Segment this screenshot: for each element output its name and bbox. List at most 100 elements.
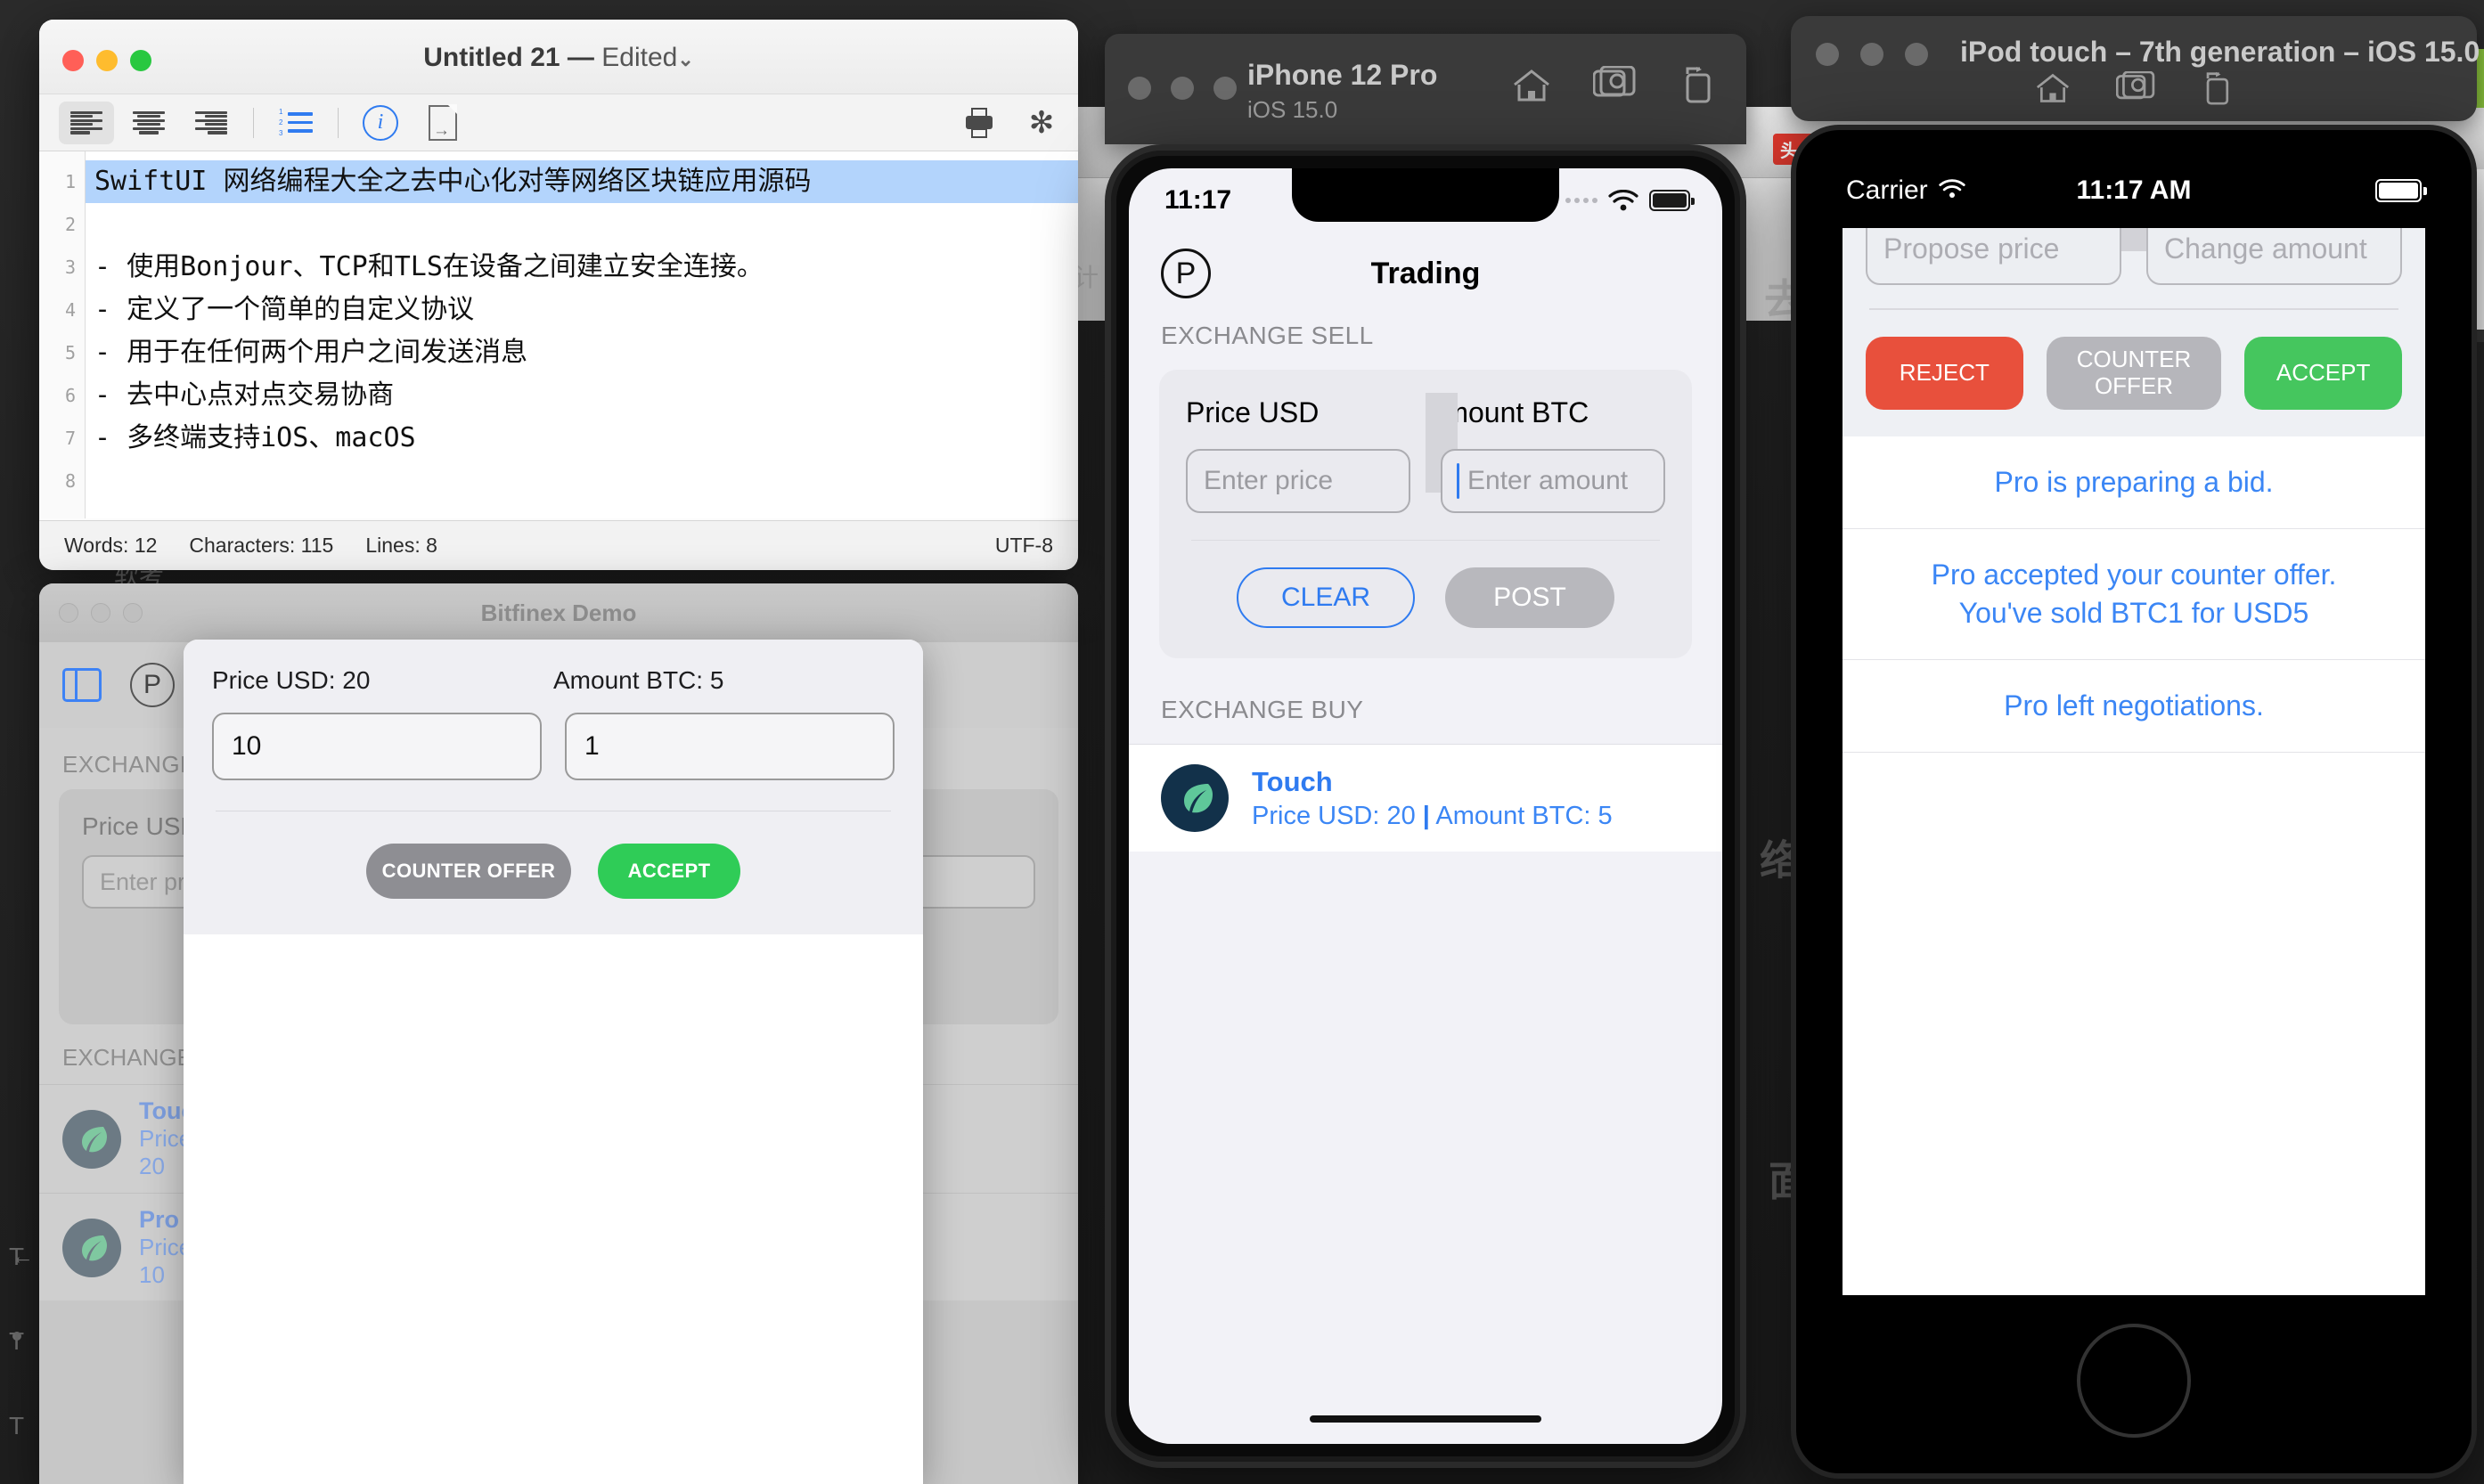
- bg-letter-t-3: T: [9, 1412, 25, 1439]
- propose-price-input[interactable]: Propose price: [1866, 228, 2121, 285]
- info-button[interactable]: i: [353, 102, 408, 144]
- clear-button[interactable]: CLEAR: [1237, 567, 1415, 629]
- ipod-screen[interactable]: Propose price Change amount REJECT COUNT…: [1843, 228, 2425, 1295]
- amount-input[interactable]: Enter amount: [1441, 449, 1665, 513]
- chevron-down-icon[interactable]: ⌄: [677, 48, 693, 70]
- line-number: 8: [64, 470, 76, 492]
- modal-amount-label: Amount BTC: 5: [553, 666, 724, 694]
- text-editor-window[interactable]: Untitled 21 — Edited⌄ 123 i → ✻ 1 2 3 4 …: [39, 20, 1078, 570]
- toolbar-right-group[interactable]: ✻: [966, 107, 1057, 138]
- rotate-icon[interactable]: [1679, 66, 1716, 103]
- ios-nav-bar[interactable]: P Trading: [1129, 232, 1722, 314]
- editor-line[interactable]: SwiftUI 网络编程大全之去中心化对等网络区块链应用源码: [86, 160, 1078, 203]
- editor-line[interactable]: - 用于在任何两个用户之间发送消息: [86, 331, 1078, 374]
- align-right-button[interactable]: [184, 102, 239, 144]
- numbered-list-icon: 123: [279, 108, 313, 136]
- offer-buttons[interactable]: REJECT COUNTER OFFER ACCEPT: [1866, 336, 2402, 410]
- change-amount-input[interactable]: Change amount: [2146, 228, 2402, 285]
- sell-card-divider: [1191, 540, 1660, 542]
- gear-icon[interactable]: ✻: [1026, 108, 1057, 138]
- editor-line[interactable]: [86, 203, 1078, 246]
- editor-line[interactable]: - 多终端支持iOS、macOS: [86, 417, 1078, 460]
- iphone-screen[interactable]: 11:17 P Trading EXCHANGE SELL Price USD: [1129, 168, 1722, 1444]
- editor-line[interactable]: - 定义了一个简单的自定义协议: [86, 289, 1078, 331]
- iphone-sim-device-name: iPhone 12 Pro: [1247, 59, 1438, 91]
- counter-offer-button[interactable]: COUNTER OFFER: [2046, 336, 2222, 410]
- home-icon[interactable]: [2034, 71, 2071, 110]
- numbered-list-button[interactable]: 123: [268, 102, 323, 144]
- avatar[interactable]: P: [130, 663, 175, 707]
- bitfinex-titlebar[interactable]: Bitfinex Demo: [39, 583, 1078, 642]
- align-center-button[interactable]: [121, 102, 176, 144]
- exchange-sell-card[interactable]: Price USD Amount BTC Enter price Enter a…: [1159, 370, 1692, 659]
- battery-icon: [1649, 190, 1695, 211]
- price-input[interactable]: Enter price: [1186, 449, 1410, 513]
- negotiation-message-list: Pro is preparing a bid. Pro accepted you…: [1843, 436, 2425, 754]
- iphone-sim-window-controls[interactable]: [1128, 77, 1237, 100]
- ipod-sim-window-controls[interactable]: [1816, 43, 1928, 66]
- editor-toolbar[interactable]: 123 i ✻: [39, 94, 1078, 151]
- home-indicator[interactable]: [1310, 1415, 1541, 1423]
- sidebar-toggle-icon[interactable]: [62, 668, 102, 702]
- close-button[interactable]: [1816, 43, 1839, 66]
- minimize-button[interactable]: [1171, 77, 1194, 100]
- offer-inputs[interactable]: Propose price Change amount: [1866, 228, 2402, 285]
- modal-inputs[interactable]: 10 1: [212, 713, 895, 780]
- align-left-button[interactable]: [59, 101, 114, 144]
- maximize-button[interactable]: [1213, 77, 1237, 100]
- iphone-simulator-window[interactable]: iPhone 12 Pro iOS 15.0 11:17 P Trading E…: [1105, 34, 1746, 1468]
- modal-buttons[interactable]: COUNTER OFFER ACCEPT: [212, 844, 895, 904]
- counter-offer-button[interactable]: COUNTER OFFER: [366, 844, 571, 899]
- editor-line[interactable]: - 使用Bonjour、TCP和TLS在设备之间建立安全连接。: [86, 246, 1078, 289]
- encoding-label[interactable]: UTF-8: [995, 534, 1053, 558]
- editor-line[interactable]: - 去中心点对点交易协商: [86, 374, 1078, 417]
- line-number: 7: [64, 428, 76, 449]
- word-count: Words: 12: [64, 534, 158, 557]
- export-icon: [429, 104, 458, 141]
- ipod-simulator-window[interactable]: iPod touch – 7th generation – iOS 15.0 C…: [1791, 16, 2480, 1479]
- iphone-sim-actions[interactable]: [1511, 66, 1716, 103]
- modal-price-input[interactable]: 10: [212, 713, 542, 780]
- editor-titlebar[interactable]: Untitled 21 — Edited⌄: [39, 20, 1078, 94]
- modal-amount-input[interactable]: 1: [565, 713, 895, 780]
- iphone-sim-titlebar[interactable]: iPhone 12 Pro iOS 15.0: [1105, 34, 1746, 144]
- reject-button[interactable]: REJECT: [1866, 336, 2023, 410]
- maximize-button[interactable]: [1905, 43, 1928, 66]
- sell-card-headers: Price USD Amount BTC: [1186, 393, 1665, 493]
- code-area[interactable]: SwiftUI 网络编程大全之去中心化对等网络区块链应用源码 - 使用Bonjo…: [86, 151, 1078, 518]
- signal-icon: [1565, 198, 1597, 203]
- ipod-sim-titlebar[interactable]: iPod touch – 7th generation – iOS 15.0: [1791, 16, 2480, 121]
- close-button[interactable]: [1128, 77, 1151, 100]
- exchange-buy-list[interactable]: Touch Price USD: 20 | Amount BTC: 5: [1129, 744, 1722, 852]
- accept-button[interactable]: ACCEPT: [2244, 336, 2402, 410]
- sell-card-buttons[interactable]: CLEAR POST: [1186, 567, 1665, 629]
- offer-divider: [1869, 308, 2398, 310]
- minimize-button[interactable]: [1860, 43, 1883, 66]
- character-count: Characters: 115: [189, 534, 334, 557]
- screenshot-icon[interactable]: [2115, 70, 2155, 110]
- info-icon: i: [363, 104, 398, 141]
- accept-button[interactable]: ACCEPT: [598, 844, 740, 899]
- post-button[interactable]: POST: [1445, 567, 1614, 629]
- rotate-icon[interactable]: [2200, 71, 2234, 110]
- amount-input-placeholder: Enter amount: [1467, 466, 1629, 495]
- align-right-icon: [195, 110, 227, 135]
- edited-status[interactable]: Edited: [601, 43, 677, 72]
- leaf-avatar-icon: [62, 1218, 121, 1277]
- leaf-avatar-icon: [1161, 764, 1229, 833]
- offer-panel[interactable]: Propose price Change amount REJECT COUNT…: [1843, 228, 2425, 436]
- ipod-sim-actions[interactable]: [2034, 70, 2234, 110]
- editor-body[interactable]: 1 2 3 4 5 6 7 8 SwiftUI 网络编程大全之去中心化对等网络区…: [39, 151, 1078, 518]
- list-item-details: Price USD: 20 | Amount BTC: 5: [1252, 802, 1613, 831]
- list-item[interactable]: Touch Price USD: 20 | Amount BTC: 5: [1129, 745, 1722, 852]
- bg-letter-t-2: T: [9, 1327, 25, 1355]
- screenshot-icon[interactable]: [1593, 66, 1636, 103]
- page-title: Trading: [1370, 256, 1481, 290]
- home-button[interactable]: [2077, 1324, 2191, 1438]
- print-icon[interactable]: [966, 107, 993, 138]
- editor-line[interactable]: [86, 460, 1078, 502]
- export-button[interactable]: [415, 102, 470, 144]
- counter-offer-modal[interactable]: Price USD: 20 Amount BTC: 5 10 1 COUNTER…: [184, 640, 923, 1484]
- home-icon[interactable]: [1511, 67, 1550, 102]
- modal-offer-panel[interactable]: Price USD: 20 Amount BTC: 5 10 1 COUNTER…: [184, 640, 923, 934]
